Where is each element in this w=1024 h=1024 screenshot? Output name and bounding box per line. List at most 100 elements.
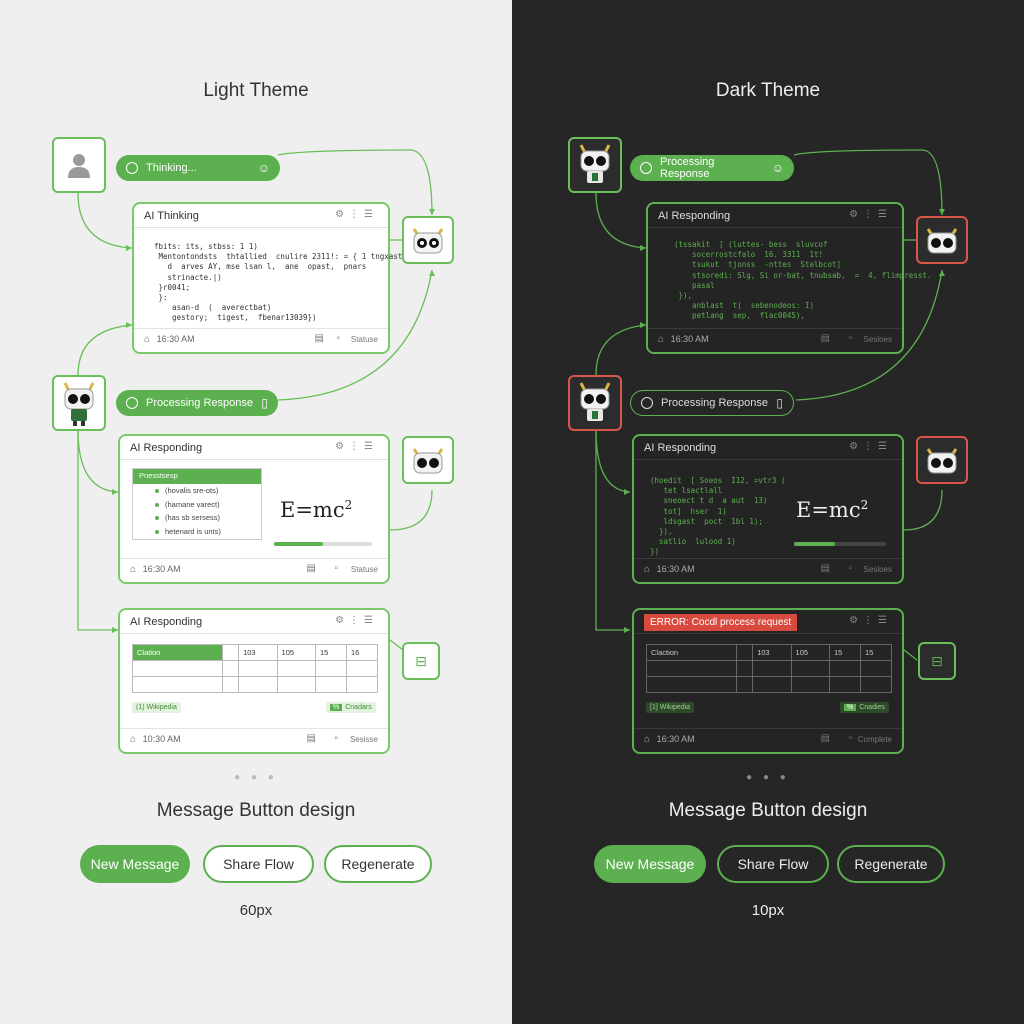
copy-icon[interactable]: ▤ (821, 733, 830, 744)
save-icon[interactable]: ▫ (334, 733, 338, 744)
progress-fill (274, 542, 323, 546)
timestamp: 16:30 AM (142, 564, 181, 574)
home-icon[interactable]: ⌂ (130, 564, 136, 575)
radius-caption: 60px (239, 902, 273, 919)
sources-tag[interactable]: % Cnadars (326, 702, 376, 713)
robot-avatar-tile-main[interactable] (568, 375, 622, 431)
robot-character-icon (579, 144, 611, 183)
copy-icon[interactable]: ▤ (307, 733, 316, 744)
card-footer: ⌂ 10:30 AM ▤ ▫ Sesisse (120, 728, 388, 752)
robot-avatar-tile-1[interactable] (916, 216, 968, 264)
error-table-card: ERROR: Cocdl process request ⚙⋮☰ Clactio… (632, 608, 904, 754)
math-equation: E=mc2 (796, 498, 869, 522)
table-cell: 15 (828, 644, 861, 661)
new-message-button[interactable]: New Message (80, 845, 190, 883)
share-flow-button[interactable]: Share Flow (203, 845, 314, 883)
code-block: fbits: its, stbss: 1 1) Mentontondsts th… (154, 242, 407, 323)
card-controls[interactable]: ⚙⋮☰ (335, 209, 378, 220)
user-avatar-tile[interactable] (52, 137, 106, 193)
ai-responding-code-card: AI Responding ⚙⋮☰ (tssakit [ (luttes- be… (646, 202, 931, 354)
thinking-label: Thinking... (146, 162, 197, 174)
save-icon[interactable]: ▫ (848, 733, 852, 744)
robot-avatar-tile-top[interactable] (568, 137, 622, 193)
clock-icon (126, 397, 138, 409)
timestamp: 16:30 AM (670, 334, 709, 344)
status-text: Sesloes (863, 335, 892, 344)
error-banner: ERROR: Cocdl process request (644, 614, 798, 631)
dark-theme-panel: Dark Theme Processing Response ☺ AI Resp… (512, 0, 1024, 1024)
card-footer: ⌂ 16:30 AM ▤ ▫ Statuse (120, 558, 388, 582)
list-item: (has sb sersess) (133, 511, 261, 525)
pagination-dots[interactable]: ● ● ● (512, 772, 1024, 783)
progress-fill (794, 542, 836, 546)
user-icon (68, 154, 90, 178)
timestamp: 16:30 AM (156, 334, 195, 344)
citation-table: Clation 103 105 15 16 (132, 644, 379, 693)
section-subtitle: Message Button design (668, 800, 868, 821)
table-row (132, 676, 379, 693)
robot-avatar-tile-2[interactable] (402, 436, 454, 484)
book-icon: ▯ (261, 396, 268, 410)
home-icon[interactable]: ⌂ (658, 334, 664, 345)
home-icon[interactable]: ⌂ (130, 734, 136, 745)
copy-icon[interactable]: ▤ (307, 563, 316, 574)
card-footer: ⌂ 16:30 AM ▤ ▫ Sesloes (634, 558, 902, 582)
book-open-icon: ⊟ (931, 652, 943, 669)
wikipedia-tag[interactable]: [1] Wikipedia (646, 702, 695, 713)
robot-icon (412, 448, 444, 474)
status-text: Statuse (350, 565, 378, 574)
card-title: AI Responding (130, 616, 203, 628)
processing-response-pill: Processing Response ▯ (116, 390, 278, 416)
card-controls[interactable]: ⚙⋮☰ (335, 615, 378, 626)
regenerate-button[interactable]: Regenerate (837, 845, 945, 883)
citation-table: Claction 103 105 15 15 (646, 644, 893, 693)
save-icon[interactable]: ▫ (336, 333, 340, 344)
card-footer: ⌂ 16:30 AM ▤ ▫ Complete (634, 728, 902, 752)
timestamp: 16:30 AM (656, 734, 695, 744)
table-row (132, 660, 379, 677)
table-cell: 15 (314, 644, 347, 661)
wikipedia-tag[interactable]: (1) Wikipedia (132, 702, 181, 713)
home-icon[interactable]: ⌂ (644, 564, 650, 575)
copy-icon[interactable]: ▤ (821, 333, 830, 344)
robot-avatar-tile-main[interactable] (52, 375, 106, 431)
robot-avatar-tile-1[interactable] (402, 216, 454, 264)
list-item: hetenard is unts) (133, 525, 261, 539)
save-icon[interactable]: ▫ (848, 333, 852, 344)
ai-responding-card: AI Responding ⚙⋮☰ Pnesstsesp (hovalis sr… (118, 434, 390, 584)
book-tile[interactable]: ⊟ (918, 642, 956, 680)
card-controls[interactable]: ⚙⋮☰ (335, 441, 378, 452)
home-icon[interactable]: ⌂ (644, 734, 650, 745)
status-text: Sesloes (863, 565, 892, 574)
regenerate-button[interactable]: Regenerate (324, 845, 432, 883)
list-item: (hovalis sre-ots) (133, 484, 261, 498)
book-tile[interactable]: ⊟ (402, 642, 440, 680)
progress-bar (274, 542, 372, 546)
robot-avatar-tile-2[interactable] (916, 436, 968, 484)
share-flow-button[interactable]: Share Flow (717, 845, 829, 883)
home-icon[interactable]: ⌂ (144, 334, 150, 345)
sources-tag[interactable]: % Cnadies (840, 702, 889, 713)
copy-icon[interactable]: ▤ (315, 333, 324, 344)
save-icon[interactable]: ▫ (848, 563, 852, 574)
processing-response-pill: Processing Response ▯ (630, 390, 794, 416)
robot-character-icon (579, 382, 611, 421)
card-controls[interactable]: ⚙⋮☰ (849, 441, 892, 452)
robot-icon (926, 448, 958, 474)
robot-icon: ☺ (771, 161, 784, 175)
processing-label: Processing Response (146, 397, 254, 409)
card-title: AI Responding (130, 442, 203, 454)
math-equation: E=mc2 (280, 498, 353, 522)
save-icon[interactable]: ▫ (334, 563, 338, 574)
robot-character-icon (63, 382, 95, 426)
pagination-dots[interactable]: ● ● ● (0, 772, 512, 783)
copy-icon[interactable]: ▤ (821, 563, 830, 574)
card-controls[interactable]: ⚙⋮☰ (849, 615, 892, 626)
ai-responding-table-card: AI Responding ⚙⋮☰ Clation 103 105 15 16 … (118, 608, 390, 754)
progress-bar (794, 542, 886, 546)
section-subtitle: Message Button design (156, 800, 356, 821)
card-controls[interactable]: ⚙⋮☰ (849, 209, 892, 220)
robot-icon (412, 228, 444, 254)
new-message-button[interactable]: New Message (594, 845, 706, 883)
card-title: AI Thinking (144, 210, 199, 222)
